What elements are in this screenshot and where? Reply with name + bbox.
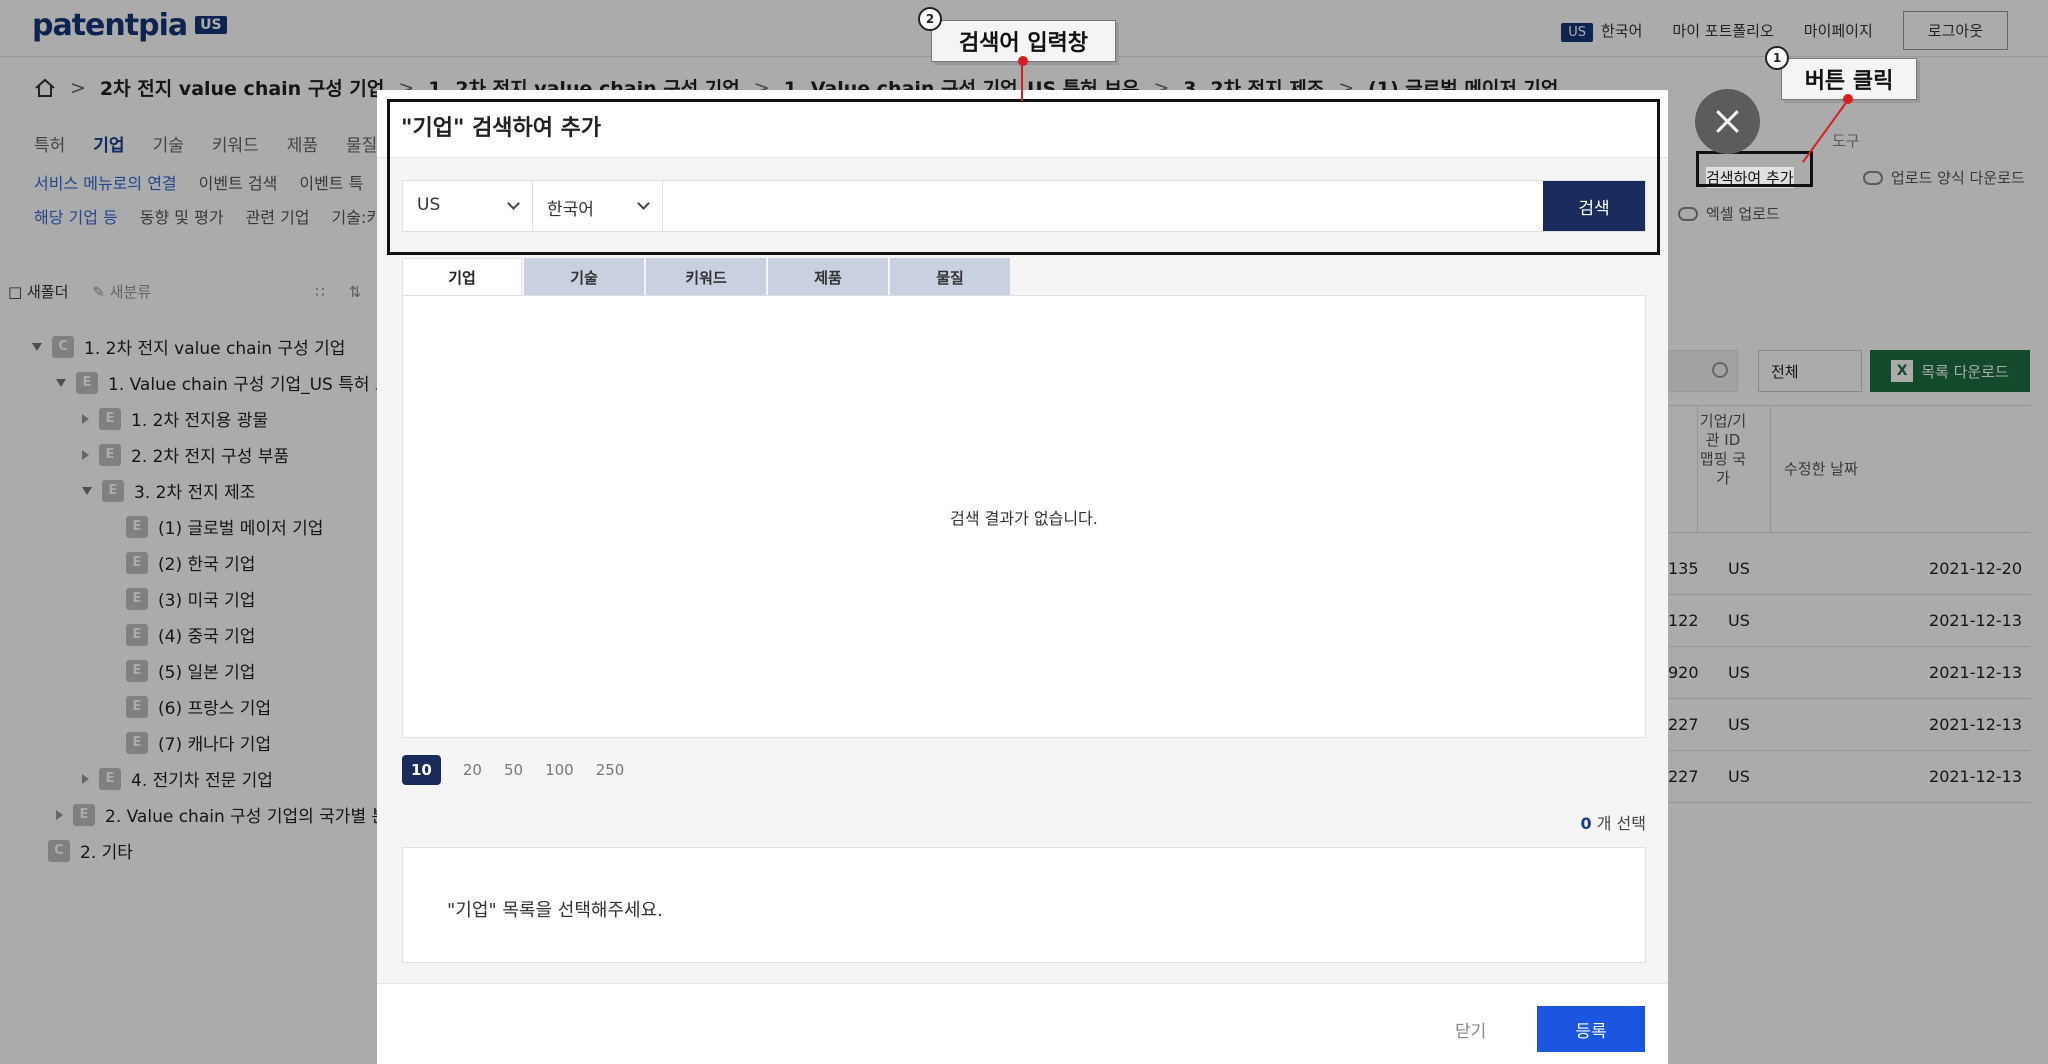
submit-button[interactable]: 등록: [1537, 1006, 1645, 1052]
callout-number: 2: [918, 7, 942, 31]
selected-items-box: "기업" 목록을 선택해주세요.: [402, 847, 1646, 963]
page-size-selector: 10 20 50 100 250: [402, 755, 624, 785]
annotation-highlight-search: [387, 99, 1660, 255]
page-size-option[interactable]: 100: [545, 761, 574, 779]
selected-count-number: 0: [1580, 814, 1592, 833]
annotation-highlight-button: [1696, 151, 1813, 187]
page-size-option[interactable]: 50: [504, 761, 523, 779]
modal-close-icon[interactable]: [1695, 89, 1760, 154]
search-results: 검색 결과가 없습니다.: [402, 295, 1646, 738]
empty-results-message: 검색 결과가 없습니다.: [950, 508, 1098, 528]
result-tabs: 기업 기술 키워드 제품 물질: [402, 258, 1010, 296]
modal-footer: 닫기 등록: [377, 983, 1668, 1064]
callout-text: 검색어 입력창: [958, 31, 1089, 56]
page-size-option[interactable]: 10: [402, 755, 441, 785]
selected-count-label: 개 선택: [1596, 814, 1646, 833]
tab-material[interactable]: 물질: [890, 258, 1010, 296]
callout-number: 1: [1765, 46, 1789, 70]
selected-count: 0 개 선택: [1581, 810, 1646, 834]
annotation-dot: [1018, 56, 1028, 66]
tab-keyword[interactable]: 키워드: [646, 258, 766, 296]
close-button[interactable]: 닫기: [1455, 1017, 1486, 1042]
callout-text: 버튼 클릭: [1804, 69, 1894, 94]
selected-empty-message: "기업" 목록을 선택해주세요.: [447, 900, 663, 921]
annotation-line: [1021, 61, 1023, 101]
tab-company[interactable]: 기업: [402, 258, 522, 296]
page-size-option[interactable]: 250: [596, 761, 625, 779]
tab-tech[interactable]: 기술: [524, 258, 644, 296]
page-size-option[interactable]: 20: [463, 761, 482, 779]
tab-product[interactable]: 제품: [768, 258, 888, 296]
